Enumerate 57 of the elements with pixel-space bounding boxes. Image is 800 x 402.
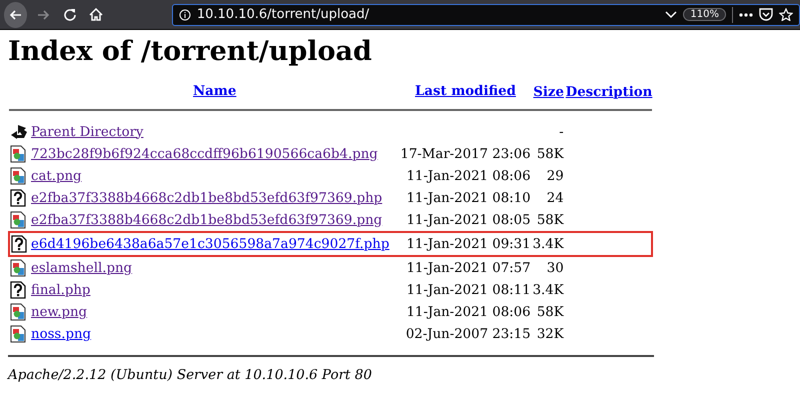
- modified-date: 17-Mar-2017 23:06: [400, 146, 531, 162]
- image-file-icon: [9, 167, 27, 185]
- file-link[interactable]: new.png: [31, 304, 88, 320]
- file-size: 58K: [536, 212, 564, 228]
- modified-date: 11-Jan-2021 08:10: [406, 190, 531, 206]
- info-icon[interactable]: [178, 8, 191, 20]
- modified-date: 11-Jan-2021 08:06: [406, 304, 531, 320]
- forward-arrow-icon: [36, 8, 50, 20]
- unknown-file-icon: [10, 235, 28, 253]
- file-link[interactable]: 723bc28f9b6f924cca68ccdff96b6190566ca6b4.png: [31, 146, 378, 162]
- file-size: 58K: [536, 304, 564, 320]
- more-icon[interactable]: [739, 12, 754, 16]
- zoom-level[interactable]: 110%: [683, 8, 726, 21]
- server-signature: Apache/2.2.12 (Ubuntu) Server at 10.10.10.6 Port 80: [8, 367, 372, 383]
- image-file-icon: [9, 325, 27, 343]
- file-link[interactable]: e6d4196be6438a6a57e1c3056598a7a974c9027f.php: [31, 236, 390, 252]
- unknown-file-icon: [9, 189, 27, 207]
- back-arrow-icon: [8, 8, 23, 20]
- modified-date: 11-Jan-2021 09:31: [406, 236, 531, 252]
- column-sort-link[interactable]: Name: [193, 84, 236, 99]
- image-file-icon: [9, 211, 27, 229]
- reload-icon: [63, 8, 76, 21]
- file-link[interactable]: noss.png: [31, 326, 92, 342]
- file-link[interactable]: eslamshell.png: [31, 260, 132, 276]
- modified-date: 11-Jan-2021 08:05: [406, 212, 531, 228]
- modified-date: 02-Jun-2007 23:15: [406, 326, 531, 342]
- file-link[interactable]: cat.png: [31, 168, 82, 184]
- modified-date: 11-Jan-2021 08:06: [406, 168, 531, 184]
- file-link[interactable]: final.php: [31, 282, 90, 298]
- file-link[interactable]: e2fba37f3388b4668c2db1be8bd53efd63f97369.png: [31, 212, 382, 228]
- modified-date: 11-Jan-2021 08:11: [406, 282, 531, 298]
- file-size: 29: [546, 168, 564, 184]
- column-sort-link[interactable]: Description: [566, 85, 652, 100]
- file-size: -: [559, 124, 564, 140]
- pocket-icon[interactable]: [759, 8, 774, 21]
- home-icon: [89, 8, 104, 21]
- file-size: 3.4K: [532, 236, 564, 252]
- file-size: 32K: [536, 326, 564, 342]
- back-arrow-icon: [9, 123, 27, 141]
- column-sort-link[interactable]: Size: [533, 85, 564, 100]
- file-size: 3.4K: [532, 282, 564, 298]
- chevron-down-icon[interactable]: [665, 10, 678, 18]
- file-link[interactable]: e2fba37f3388b4668c2db1be8bd53efd63f97369.php: [31, 190, 382, 206]
- file-size: 30: [546, 260, 564, 276]
- back-button[interactable]: [4, 2, 28, 28]
- image-file-icon: [9, 303, 27, 321]
- file-size: 58K: [536, 146, 564, 162]
- image-file-icon: [9, 259, 27, 277]
- address-bar[interactable]: 10.10.10.6/torrent/upload/ 110%: [172, 4, 800, 26]
- modified-date: 11-Jan-2021 07:57: [406, 260, 531, 276]
- star-icon[interactable]: [779, 8, 794, 21]
- unknown-file-icon: [9, 281, 27, 299]
- image-file-icon: [9, 145, 27, 163]
- page-heading: Index of /torrent/upload: [8, 36, 372, 67]
- file-link[interactable]: Parent Directory: [31, 124, 144, 140]
- column-sort-link[interactable]: Last modified: [415, 84, 516, 99]
- file-size: 24: [546, 190, 564, 206]
